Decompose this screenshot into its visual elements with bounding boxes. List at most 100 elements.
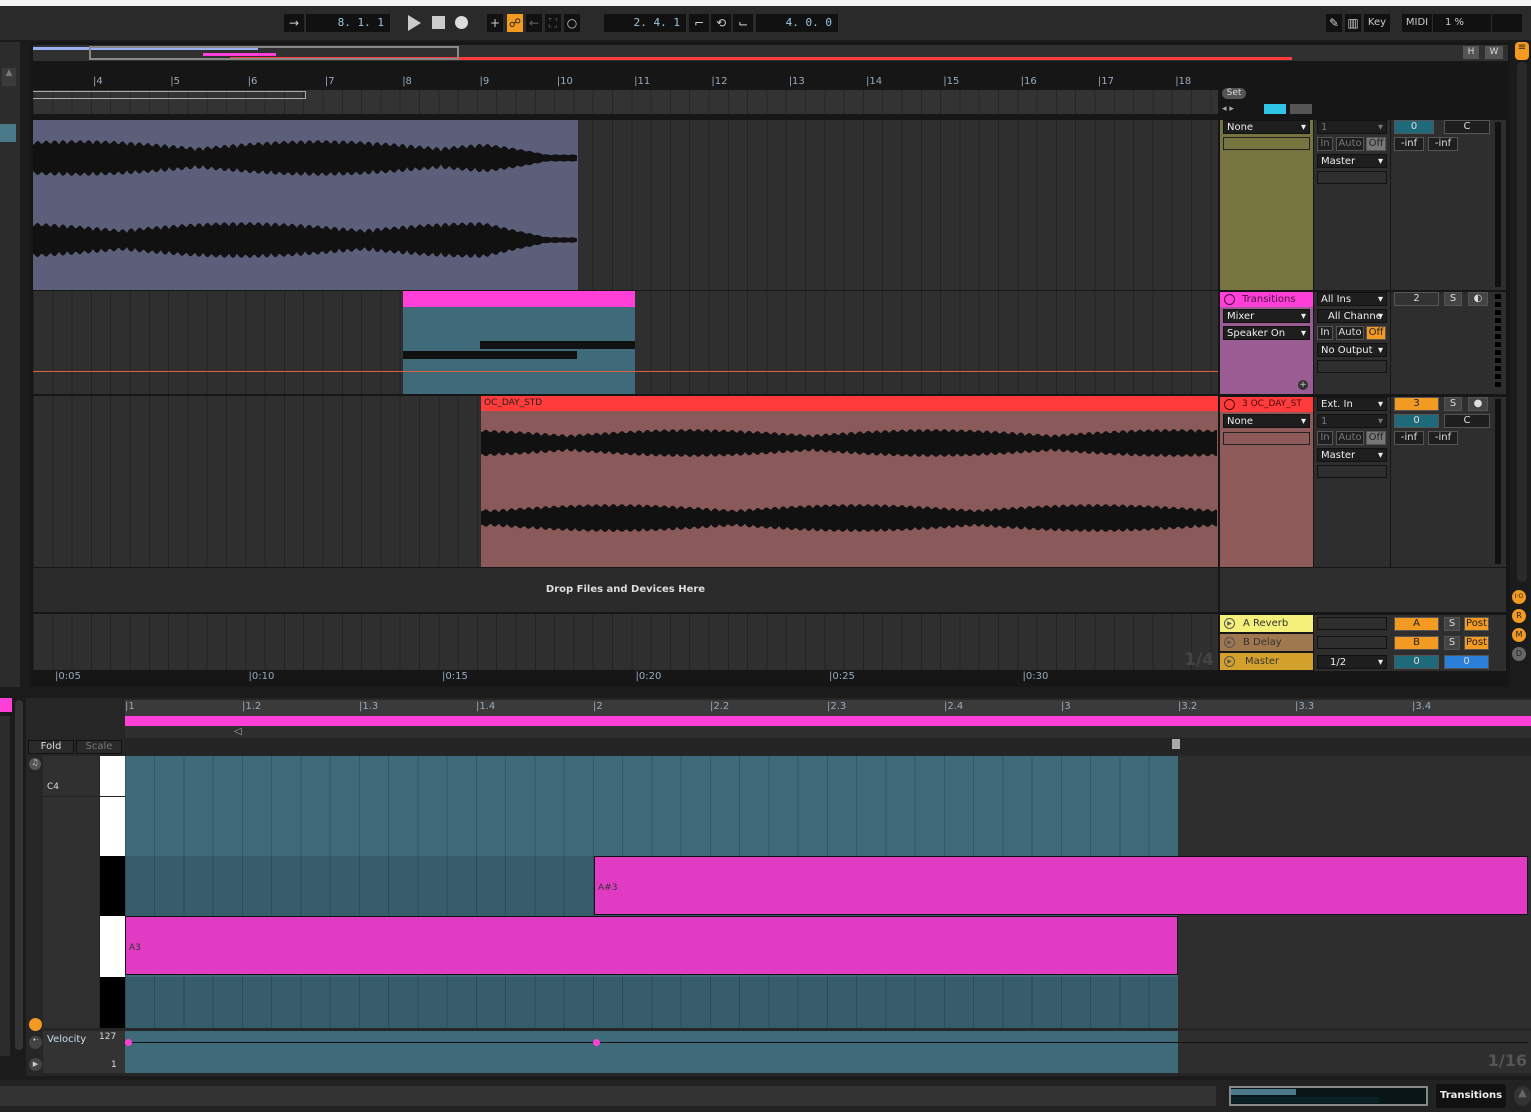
loop-icon[interactable]: ⟲ — [711, 14, 731, 32]
track-activator[interactable]: 3 — [1394, 397, 1439, 411]
add-lane-icon[interactable]: + — [1298, 380, 1308, 390]
return-a-activator[interactable]: A — [1394, 617, 1439, 631]
arm-icon[interactable]: ◐ — [1468, 292, 1488, 306]
position-display[interactable]: 8. 1. 1 — [306, 14, 390, 32]
track-activator[interactable]: 2 — [1394, 292, 1439, 306]
time-ruler[interactable]: |0:05 |0:10 |0:15 |0:20 |0:25 |0:30 — [33, 670, 1218, 686]
track-lane-3[interactable]: OC_DAY_STD — [33, 396, 1218, 567]
piano-keys[interactable] — [100, 756, 125, 1028]
return-chooser[interactable] — [1317, 636, 1387, 649]
capture-icon[interactable]: ⛶ — [545, 14, 561, 32]
arm-icon[interactable]: ● — [1468, 397, 1488, 411]
return-b-activator[interactable]: B — [1394, 636, 1439, 650]
output-chooser[interactable] — [1317, 171, 1387, 184]
audio-clip-oc-day-std[interactable]: OC_DAY_STD — [481, 396, 1218, 567]
track-3-header[interactable]: 3 OC_DAY_ST None — [1220, 397, 1313, 567]
overview-bar[interactable] — [33, 45, 1508, 61]
pre-post-toggle[interactable]: Post — [1464, 636, 1489, 650]
input-select[interactable]: None — [1223, 414, 1310, 429]
velocity-lane[interactable]: 1/16 — [125, 1031, 1531, 1073]
session-record-icon[interactable]: ○ — [564, 14, 580, 32]
input-select[interactable]: None — [1223, 120, 1310, 135]
midi-note-a3[interactable]: A3 — [125, 916, 1178, 975]
preview-headphones-icon[interactable]: ♫ — [29, 758, 41, 770]
track-1-header[interactable]: None — [1220, 120, 1313, 290]
solo-button[interactable]: S — [1444, 636, 1460, 650]
start-end-markers[interactable]: ◁ — [125, 726, 1531, 738]
grid-size[interactable]: 1/4 — [1184, 650, 1214, 670]
input-type-select[interactable]: Ext. In — [1317, 397, 1387, 412]
io-toggle[interactable]: I·O — [1512, 590, 1526, 604]
loop-brace-lane[interactable] — [33, 90, 1218, 114]
returns-toggle[interactable]: R — [1512, 609, 1526, 623]
solo-button[interactable]: S — [1444, 397, 1462, 411]
monitor-off[interactable]: Off — [1366, 431, 1386, 445]
h-button[interactable]: H — [1463, 46, 1479, 59]
midi-clip[interactable] — [403, 291, 635, 394]
monitor-in[interactable]: In — [1317, 431, 1333, 445]
return-chooser[interactable] — [1317, 617, 1387, 630]
transitions-track-header[interactable]: Transitions Mixer Speaker On + — [1220, 292, 1313, 394]
locator-prev-next-icon[interactable]: ◂ ▸ — [1222, 104, 1234, 114]
marker-lane[interactable] — [125, 738, 1531, 754]
loop-brace[interactable] — [33, 91, 306, 99]
audio-clip-name[interactable]: OC_DAY_STD — [481, 396, 1218, 411]
pan-field[interactable]: C — [1444, 120, 1490, 134]
grid-size[interactable]: 1/16 — [1488, 1051, 1527, 1070]
midi-clip-header[interactable] — [403, 291, 635, 307]
play-icon[interactable]: ▶ — [1224, 637, 1235, 648]
cue-volume[interactable]: 0 — [1444, 655, 1489, 669]
arrangement-follow-icon[interactable] — [1264, 104, 1286, 114]
loop-end-marker[interactable] — [1172, 739, 1180, 749]
midi-note-a-sharp-3[interactable]: A#3 — [594, 856, 1528, 915]
output-select[interactable]: Master — [1317, 448, 1387, 463]
velocity-handle[interactable] — [125, 1039, 132, 1046]
clip-loop-bar[interactable] — [125, 716, 1531, 726]
output-chooser[interactable] — [1317, 360, 1387, 373]
overview-viewport[interactable] — [89, 46, 459, 60]
clip-color-swatch[interactable] — [0, 698, 12, 712]
vertical-scrollbar[interactable] — [1517, 62, 1527, 582]
pre-post-toggle[interactable]: Post — [1464, 617, 1489, 631]
record-icon[interactable] — [455, 16, 468, 29]
automation-line[interactable] — [33, 371, 1218, 372]
loop-length-display[interactable]: 4. 0. 0 — [756, 14, 838, 32]
volume-field[interactable]: 0 — [1394, 414, 1439, 428]
automation-arm-icon[interactable]: ☍ — [507, 14, 523, 32]
menu-icon[interactable]: ≡ — [1515, 42, 1529, 60]
left-browser-strip[interactable]: ▲ — [0, 42, 20, 687]
play-icon[interactable]: ▶ — [1224, 618, 1235, 629]
output-chooser[interactable] — [1317, 465, 1387, 478]
input-chooser[interactable] — [1223, 137, 1310, 150]
solo-button[interactable]: S — [1444, 617, 1460, 631]
black-key[interactable] — [100, 977, 125, 1028]
pan-field[interactable]: C — [1444, 414, 1490, 428]
monitor-off[interactable]: Off — [1366, 326, 1386, 340]
master-output-select[interactable]: 1/2 — [1317, 655, 1387, 670]
key-map-button[interactable]: Key — [1364, 14, 1390, 32]
expand-icon[interactable]: ▲ — [1514, 1086, 1531, 1106]
w-button[interactable]: W — [1485, 46, 1503, 59]
midi-map-button[interactable]: MIDI — [1402, 14, 1432, 32]
beat-ruler[interactable]: |1 |1.2 |1.3 |1.4 |2 |2.2 |2.3 |2.4 |3 |3.2 |3.3 |3… — [125, 700, 1531, 716]
clip-properties-collapsed[interactable] — [0, 716, 10, 1056]
fold-icon[interactable] — [1224, 294, 1235, 305]
output-select[interactable]: No Output — [1317, 343, 1387, 358]
master-volume[interactable]: 0 — [1394, 655, 1439, 669]
punch-out-icon[interactable]: ⌙ — [733, 14, 753, 32]
velocity-handle[interactable] — [593, 1039, 600, 1046]
cpu-meter[interactable]: 1 % — [1433, 14, 1491, 32]
browser-selection[interactable] — [0, 124, 16, 142]
output-select[interactable]: Master — [1317, 154, 1387, 169]
volume-field[interactable]: 0 — [1394, 120, 1434, 134]
device-chooser-mixer[interactable]: Mixer — [1223, 309, 1310, 324]
solo-button[interactable]: S — [1444, 292, 1462, 306]
lock-icon[interactable] — [1290, 104, 1312, 114]
selected-track-name[interactable]: Transitions — [1436, 1084, 1506, 1108]
bar-ruler[interactable]: |4 |5 |6 |7 |8 |9 |10 |11 |12 |13 |14 |15 |16 |17 |18 — [33, 76, 1218, 90]
play-icon[interactable] — [408, 15, 421, 31]
stop-icon[interactable] — [432, 16, 445, 29]
device-param-chooser[interactable]: Speaker On — [1223, 326, 1310, 341]
monitor-auto[interactable]: Auto — [1336, 326, 1364, 340]
monitor-in[interactable]: In — [1317, 326, 1333, 340]
